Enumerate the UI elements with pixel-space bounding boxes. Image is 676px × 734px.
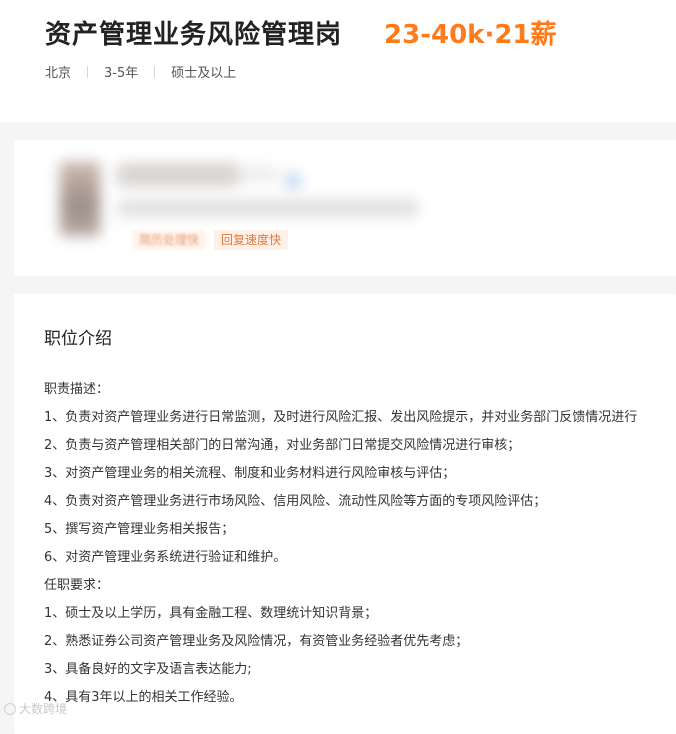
description-line: 任职要求： xyxy=(44,578,110,593)
recruiter-tag: 简历处理快 xyxy=(132,230,207,250)
recruiter-badge-redacted xyxy=(286,174,300,188)
section-title: 职位介绍 xyxy=(44,329,112,349)
avatar[interactable] xyxy=(60,162,100,236)
job-description-card: 职位介绍 职责描述： 1、负责对资产管理业务进行日常监测，及时进行风险汇报、发出… xyxy=(14,294,676,734)
meta-divider xyxy=(87,65,89,78)
meta-divider xyxy=(154,65,156,78)
description-line: 5、撰写资产管理业务相关报告； xyxy=(44,522,235,537)
description-line: 6、对资产管理业务系统进行验证和维护。 xyxy=(44,550,287,565)
recruiter-tag: 回复速度快 xyxy=(214,230,289,250)
watermark-text: 大数跨境 xyxy=(19,702,68,716)
description-line: 4、具有3年以上的相关工作经验。 xyxy=(44,690,243,705)
description-line: 4、负责对资产管理业务进行市场风险、信用风险、流动性风险等方面的专项风险评估； xyxy=(44,494,547,509)
description-line: 1、负责对资产管理业务进行日常监测，及时进行风险汇报、发出风险提示，并对业务部门… xyxy=(44,410,638,425)
salary-range: 23-40k·21薪 xyxy=(384,19,557,50)
description-lines: 职责描述： 1、负责对资产管理业务进行日常监测，及时进行风险汇报、发出风险提示，… xyxy=(44,376,676,712)
description-line: 2、负责与资产管理相关部门的日常沟通，对业务部门日常提交风险情况进行审核； xyxy=(44,438,521,453)
watermark-logo-icon xyxy=(4,702,16,715)
description-line: 2、熟悉证券公司资产管理业务及风险情况，有资管业务经验者优先考虑； xyxy=(44,634,469,649)
job-title: 资产管理业务风险管理岗 xyxy=(45,19,343,50)
recruiter-card[interactable]: 简历处理快 回复速度快 xyxy=(14,140,676,276)
description-line: 职责描述： xyxy=(44,382,110,397)
description-line: 3、具备良好的文字及语言表达能力; xyxy=(44,662,252,677)
watermark: 大数跨境 xyxy=(4,700,67,717)
recruiter-company-redacted xyxy=(118,200,418,216)
job-education: 硕士及以上 xyxy=(171,66,237,81)
title-row: 资产管理业务风险管理岗 23-40k·21薪 xyxy=(45,12,557,52)
job-meta: 北京 3-5年 硕士及以上 xyxy=(45,62,236,81)
job-header: 资产管理业务风险管理岗 23-40k·21薪 北京 3-5年 硕士及以上 xyxy=(0,0,676,122)
job-location: 北京 xyxy=(45,66,72,81)
description-line: 1、硕士及以上学历，具有金融工程、数理统计知识背景； xyxy=(44,606,378,621)
job-experience: 3-5年 xyxy=(104,66,139,81)
recruiter-extra-redacted xyxy=(118,168,278,180)
description-line: 3、对资产管理业务的相关流程、制度和业务材料进行风险审核与评估； xyxy=(44,466,456,481)
